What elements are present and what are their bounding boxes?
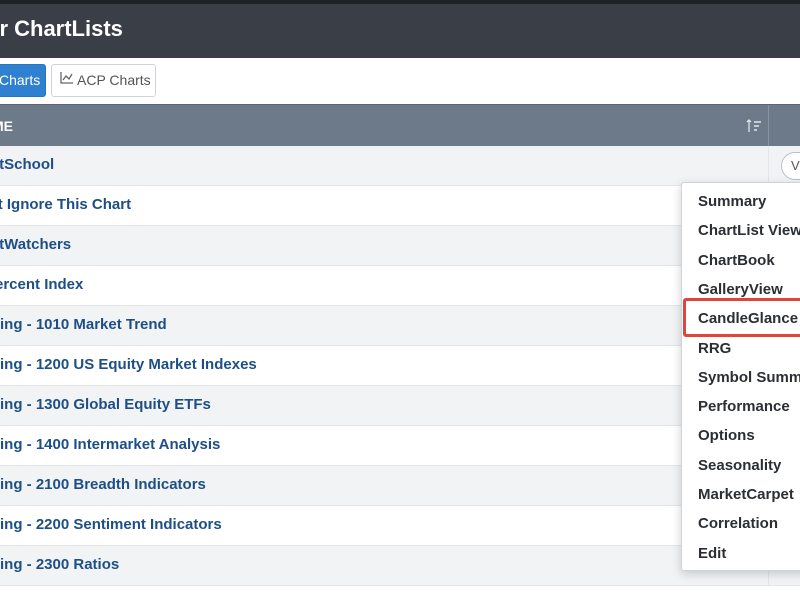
table-row: rning - 1400 Intermarket Analysis bbox=[0, 426, 800, 466]
sort-icon[interactable] bbox=[746, 119, 762, 138]
menu-item-correlation[interactable]: Correlation bbox=[698, 511, 778, 537]
row-actions-menu: Summary ChartList View ChartBook GalleryVie… bbox=[681, 182, 800, 571]
tab-charts-label: Charts bbox=[0, 72, 41, 88]
menu-item-candleglance[interactable]: CandleGlance bbox=[698, 306, 798, 332]
table-row: rning - 1300 Global Equity ETFs bbox=[0, 386, 800, 426]
acp-chart-icon bbox=[60, 64, 74, 95]
chartlist-link[interactable]: rning - 1010 Market Trend bbox=[0, 316, 167, 333]
chartlist-link[interactable]: rning - 1200 US Equity Market Indexes bbox=[0, 356, 257, 373]
tab-bar: Charts ACP Charts bbox=[0, 58, 800, 104]
menu-item-marketcarpet[interactable]: MarketCarpet bbox=[698, 482, 794, 508]
menu-item-options[interactable]: Options bbox=[698, 423, 755, 449]
table-header: ME bbox=[0, 104, 800, 147]
table-row: rning - 2200 Sentiment Indicators bbox=[0, 506, 800, 546]
view-button[interactable]: V bbox=[781, 152, 800, 180]
table-row: rning - 1010 Market Trend bbox=[0, 306, 800, 346]
chartlist-table-body: artSchool Vn't Ignore This Chart artWatche… bbox=[0, 146, 800, 586]
menu-item-galleryview[interactable]: GalleryView bbox=[698, 277, 783, 303]
table-row: artSchool V bbox=[0, 146, 800, 186]
table-row: rning - 1200 US Equity Market Indexes bbox=[0, 346, 800, 386]
chartlist-link[interactable]: Percent Index bbox=[0, 276, 83, 293]
chartlist-link[interactable]: artSchool bbox=[0, 156, 54, 173]
chartlist-link[interactable]: n't Ignore This Chart bbox=[0, 196, 131, 213]
menu-item-rrg[interactable]: RRG bbox=[698, 336, 731, 362]
table-row: n't Ignore This Chart bbox=[0, 186, 800, 226]
table-row: rning - 2100 Breadth Indicators bbox=[0, 466, 800, 506]
page-title: ur ChartLists bbox=[0, 16, 123, 41]
menu-item-chartbook[interactable]: ChartBook bbox=[698, 248, 775, 274]
tab-charts[interactable]: Charts bbox=[0, 64, 46, 97]
menu-item-chartlist-view[interactable]: ChartList View bbox=[698, 218, 800, 244]
menu-item-edit[interactable]: Edit bbox=[698, 541, 726, 567]
column-header-name[interactable]: ME bbox=[0, 118, 13, 134]
chartlist-link[interactable]: rning - 1400 Intermarket Analysis bbox=[0, 436, 220, 453]
chartlist-link[interactable]: rning - 2200 Sentiment Indicators bbox=[0, 516, 222, 533]
menu-item-summary[interactable]: Summary bbox=[698, 189, 766, 215]
tab-acp-charts-label: ACP Charts bbox=[77, 72, 151, 88]
table-row: rning - 2300 Ratios bbox=[0, 546, 800, 586]
menu-item-performance[interactable]: Performance bbox=[698, 394, 790, 420]
chartlist-link[interactable]: artWatchers bbox=[0, 236, 71, 253]
chartlist-link[interactable]: rning - 2100 Breadth Indicators bbox=[0, 476, 206, 493]
column-divider bbox=[768, 105, 769, 147]
tab-acp-charts[interactable]: ACP Charts bbox=[51, 64, 156, 97]
chartlist-link[interactable]: rning - 1300 Global Equity ETFs bbox=[0, 396, 211, 413]
page-header: ur ChartLists bbox=[0, 0, 800, 58]
table-row: Percent Index bbox=[0, 266, 800, 306]
column-divider bbox=[768, 146, 769, 186]
table-row: artWatchers bbox=[0, 226, 800, 266]
chartlist-link[interactable]: rning - 2300 Ratios bbox=[0, 556, 119, 573]
menu-item-seasonality[interactable]: Seasonality bbox=[698, 453, 781, 479]
menu-item-symbol-summary[interactable]: Symbol Summary bbox=[698, 365, 800, 391]
